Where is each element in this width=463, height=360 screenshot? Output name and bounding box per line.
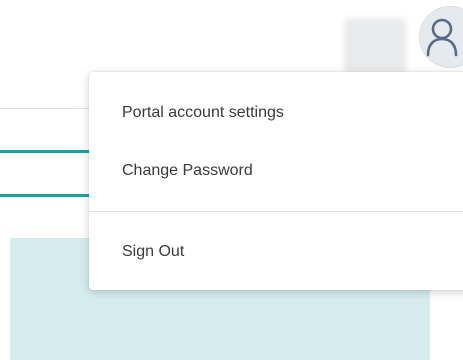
portal-account-settings-item[interactable]: Portal account settings xyxy=(122,104,284,122)
app-screen: Portal account settings Change Password … xyxy=(0,0,463,360)
tab-underline xyxy=(0,194,100,197)
page-divider xyxy=(0,108,100,109)
account-dropdown-menu: Portal account settings Change Password … xyxy=(89,72,463,290)
avatar[interactable] xyxy=(419,6,463,68)
tab-underline xyxy=(0,150,100,153)
menu-divider xyxy=(89,211,463,212)
change-password-item[interactable]: Change Password xyxy=(122,162,253,180)
sign-out-item[interactable]: Sign Out xyxy=(122,243,184,261)
user-name[interactable] xyxy=(344,18,406,74)
